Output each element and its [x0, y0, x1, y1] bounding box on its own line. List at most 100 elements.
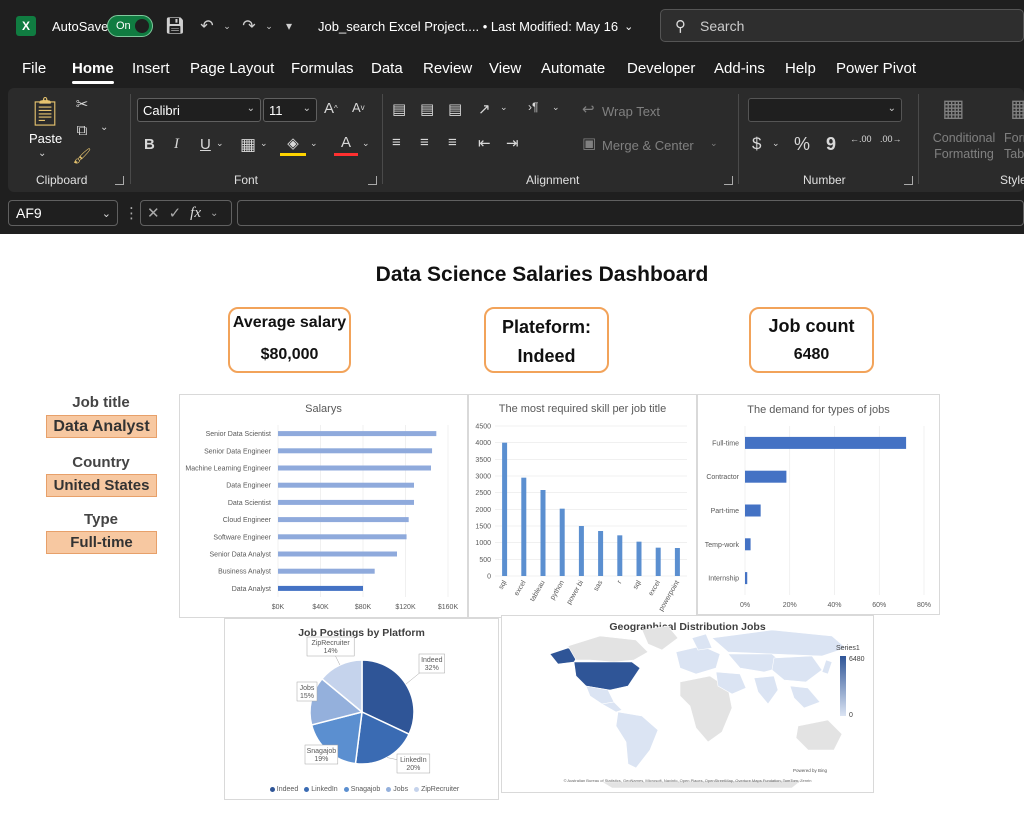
worksheet[interactable]: Data Science Salaries Dashboard Average … [0, 234, 1024, 826]
name-box[interactable]: AF9 ⌄ [8, 200, 118, 226]
tab-add-ins[interactable]: Add-ins [714, 60, 765, 77]
shrink-font-icon[interactable]: Av [352, 100, 365, 115]
italic-button[interactable]: I [174, 136, 179, 153]
paste-button[interactable]: Paste [29, 131, 62, 146]
font-color-dropdown-icon[interactable]: ⌄ [362, 138, 370, 149]
number-launcher-icon[interactable] [904, 176, 913, 185]
percent-button[interactable]: % [794, 134, 810, 155]
geo-map-chart[interactable]: Geographical Distribution Jobs Series1 6… [501, 615, 874, 793]
conditional-formatting-icon[interactable]: ▦ [942, 94, 965, 123]
title-bar: X AutoSave On 💾︎ ↶ ⌄ ↷ ⌄ ▾ Job_search Ex… [0, 0, 1024, 52]
underline-button[interactable]: U [200, 136, 211, 153]
tab-developer[interactable]: Developer [627, 60, 695, 77]
bar [278, 534, 407, 540]
fill-color-dropdown-icon[interactable]: ⌄ [310, 138, 318, 149]
orientation-dropdown-icon[interactable]: ⌄ [500, 102, 508, 113]
currency-button[interactable]: $ [752, 134, 761, 154]
conditional-formatting-button[interactable]: Conditional Formatting [926, 130, 1002, 162]
filter-label-job-title: Job title [72, 394, 130, 411]
tab-automate[interactable]: Automate [541, 60, 605, 77]
borders-icon[interactable]: ▦ [240, 135, 256, 155]
legend-label: Jobs [393, 786, 409, 793]
paste-dropdown-icon[interactable]: ⌄ [38, 148, 46, 159]
underline-dropdown-icon[interactable]: ⌄ [216, 138, 224, 149]
bar [745, 504, 761, 517]
cut-icon[interactable]: ✂ [72, 94, 92, 114]
platform-pie-chart[interactable]: Job Postings by Platform Indeed 32% Linked… [224, 618, 499, 800]
insert-function-button[interactable]: fx [190, 205, 201, 222]
job-types-chart[interactable]: The demand for types of jobs 0% 20% 40% 60%… [697, 394, 940, 615]
redo-icon[interactable]: ↷ [238, 15, 260, 37]
filter-value-type[interactable]: Full-time [46, 531, 157, 554]
wrap-text-button[interactable]: Wrap Text [602, 104, 660, 119]
redo-dropdown-icon[interactable]: ⌄ [258, 15, 280, 37]
middle-align-icon[interactable]: ▤ [420, 100, 434, 118]
formula-input[interactable] [237, 200, 1024, 226]
copy-icon[interactable]: ⧉ [72, 120, 92, 140]
font-launcher-icon[interactable] [368, 176, 377, 185]
grow-font-icon[interactable]: A ^ [324, 100, 338, 117]
tab-insert[interactable]: Insert [132, 60, 170, 77]
tab-help[interactable]: Help [785, 60, 816, 77]
tab-data[interactable]: Data [371, 60, 403, 77]
customize-toolbar-icon[interactable]: ▾ [278, 15, 300, 37]
align-left-icon[interactable]: ≡ [392, 134, 401, 151]
tab-review[interactable]: Review [423, 60, 472, 77]
bar [674, 548, 680, 576]
cancel-icon[interactable]: ✕ [147, 204, 160, 222]
enter-icon[interactable]: ✓ [169, 204, 182, 222]
tab-view[interactable]: View [489, 60, 521, 77]
font-color-icon[interactable]: A [334, 132, 358, 156]
align-center-icon[interactable]: ≡ [420, 134, 429, 151]
salary-chart[interactable]: Salarys $0K $40K $80K $120K $160K Senior Data… [179, 394, 468, 618]
paste-icon[interactable]: 📋︎ [27, 94, 63, 128]
merge-center-button[interactable]: Merge & Center [602, 138, 694, 153]
save-icon[interactable]: 💾︎ [164, 15, 186, 37]
skills-chart[interactable]: The most required skill per job title 05… [468, 394, 697, 618]
undo-dropdown-icon[interactable]: ⌄ [216, 15, 238, 37]
clipboard-launcher-icon[interactable] [115, 176, 124, 185]
merge-center-icon[interactable]: ▣ [582, 134, 596, 152]
undo-icon[interactable]: ↶ [196, 15, 218, 37]
align-right-icon[interactable]: ≡ [448, 134, 457, 151]
orientation-icon[interactable]: ↗ [478, 100, 491, 118]
decrease-decimal-button[interactable]: .00 → [880, 134, 902, 144]
text-direction-icon[interactable]: ›¶ [528, 100, 538, 114]
tab-formulas[interactable]: Formulas [291, 60, 354, 77]
file-title[interactable]: Job_search Excel Project.... • Last Modi… [318, 0, 633, 52]
increase-indent-icon[interactable]: ⇥ [506, 134, 519, 152]
more-options-icon[interactable]: ⋮ [124, 204, 139, 222]
font-size-select[interactable]: 11 ⌄ [263, 98, 317, 122]
tab-file[interactable]: File [22, 60, 46, 77]
format-as-table-button[interactable]: Forr Tab [1004, 130, 1024, 162]
font-name-select[interactable]: Calibri ⌄ [137, 98, 261, 122]
text-direction-dropdown-icon[interactable]: ⌄ [552, 102, 560, 113]
tab-home[interactable]: Home [72, 60, 114, 84]
format-as-table-icon[interactable]: ▦ [1010, 94, 1024, 123]
data-label-name: ZipRecruiter [312, 640, 351, 647]
search-input[interactable]: ⚲ Search [660, 9, 1024, 42]
bold-button[interactable]: B [144, 136, 155, 153]
chevron-down-icon[interactable]: ⌄ [210, 208, 218, 219]
comma-button[interactable]: 9 [826, 134, 836, 155]
fill-color-icon[interactable]: ◈ [280, 132, 306, 156]
filter-value-country[interactable]: United States [46, 474, 157, 497]
alignment-launcher-icon[interactable] [724, 176, 733, 185]
copy-dropdown-icon[interactable]: ⌄ [100, 122, 108, 133]
category-label: Software Engineer [213, 534, 271, 541]
wrap-text-icon[interactable]: ↩ [582, 100, 595, 118]
borders-dropdown-icon[interactable]: ⌄ [260, 138, 268, 149]
increase-decimal-button[interactable]: ← .00 [850, 134, 872, 144]
number-format-select[interactable]: ⌄ [748, 98, 902, 122]
format-painter-icon[interactable]: 🖌︎ [72, 146, 92, 166]
top-align-icon[interactable]: ▤ [392, 100, 406, 118]
currency-dropdown-icon[interactable]: ⌄ [772, 138, 780, 149]
bottom-align-icon[interactable]: ▤ [448, 100, 462, 118]
tab-page-layout[interactable]: Page Layout [190, 60, 274, 77]
filter-value-job-title[interactable]: Data Analyst [46, 415, 157, 438]
autosave-toggle[interactable]: On [107, 15, 153, 37]
clipboard-group-label: Clipboard [36, 173, 88, 187]
merge-dropdown-icon[interactable]: ⌄ [710, 138, 718, 149]
decrease-indent-icon[interactable]: ⇤ [478, 134, 491, 152]
tab-power-pivot[interactable]: Power Pivot [836, 60, 916, 77]
